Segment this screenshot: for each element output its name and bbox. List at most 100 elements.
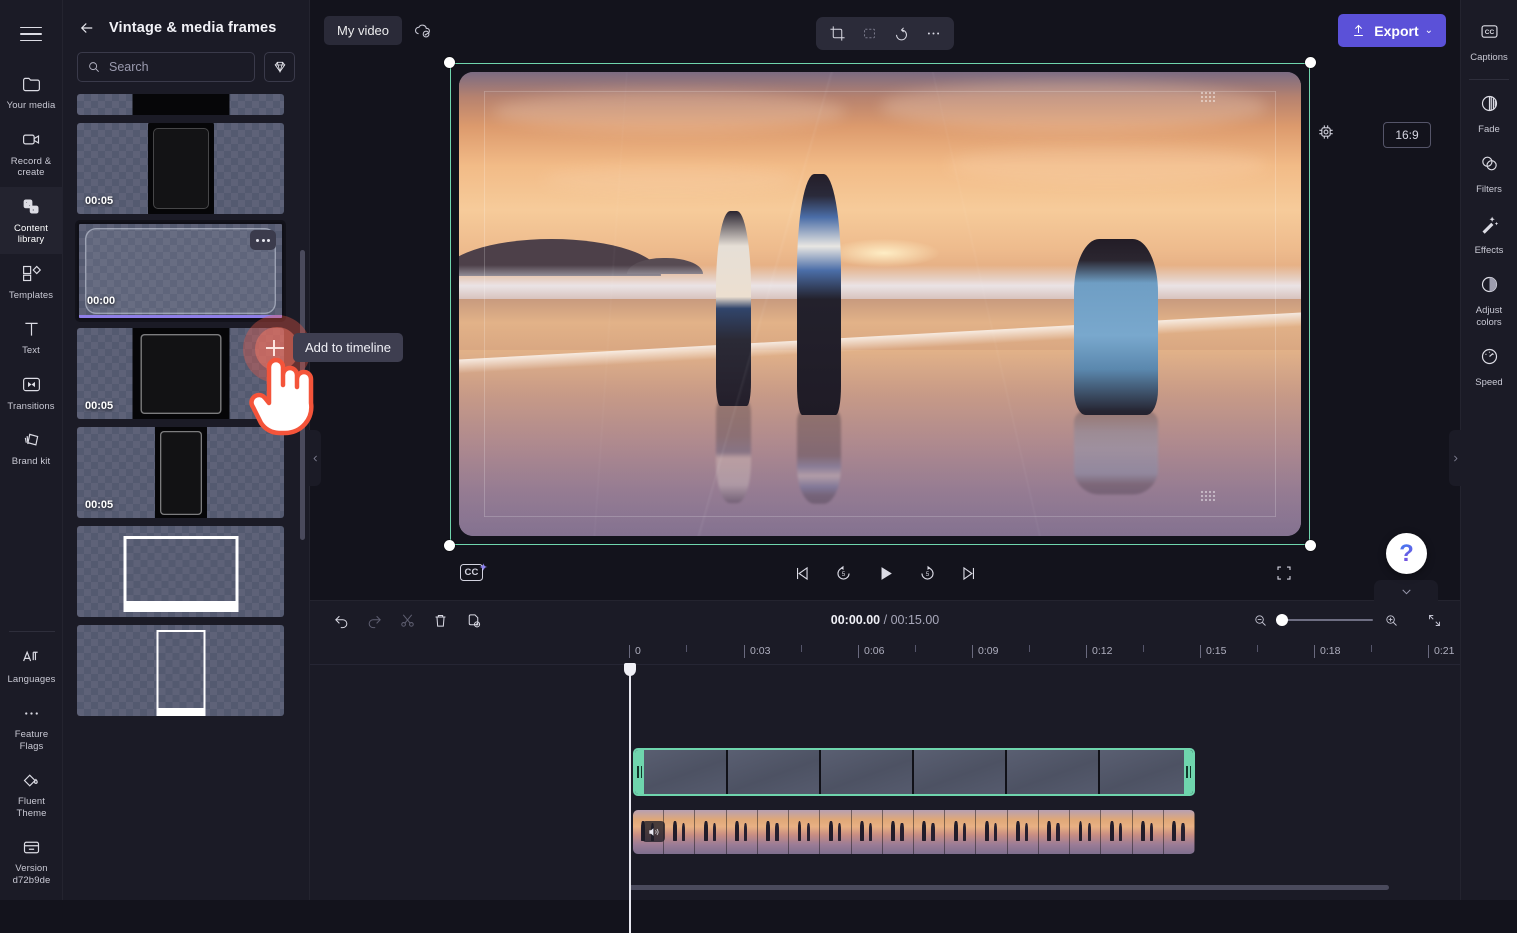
content-library-icon (20, 196, 42, 218)
table-row[interactable] (633, 748, 1195, 796)
right-sidebar: CC Captions Fade Filters Effects Adjust … (1460, 0, 1517, 900)
resize-handle-bottom-left[interactable] (444, 540, 455, 551)
premium-filter-button[interactable] (264, 52, 295, 82)
sidebar-item-feature-flags[interactable]: Feature Flags (0, 693, 63, 760)
sidebar-item-transitions[interactable]: Transitions (0, 365, 63, 421)
time-separator: / (884, 613, 887, 627)
undo-button[interactable] (327, 607, 355, 633)
rewind-5-button[interactable]: 5 (832, 562, 854, 584)
item-duration: 00:05 (85, 195, 113, 207)
sidebar-item-text[interactable]: Text (0, 309, 63, 365)
list-item[interactable] (77, 526, 284, 617)
tab-speed[interactable]: Speed (1461, 337, 1517, 398)
panel-scrollbar[interactable] (300, 250, 305, 540)
sidebar-item-languages[interactable]: Languages (0, 638, 63, 694)
sidebar-item-fluent-theme[interactable]: Fluent Theme (0, 760, 63, 827)
export-button[interactable]: Export ⌄ (1338, 14, 1446, 47)
ruler-label: 0:18 (1320, 645, 1340, 657)
hamburger-menu-icon[interactable] (11, 18, 51, 50)
list-item-selected[interactable]: 00:00 (77, 222, 284, 320)
zoom-out-button[interactable] (1251, 611, 1269, 629)
skip-to-end-button[interactable] (958, 562, 980, 584)
rewind-5-icon: 5 (834, 564, 853, 583)
list-item[interactable] (77, 94, 284, 115)
fullscreen-icon (1275, 564, 1293, 582)
forward-5-button[interactable]: 5 (916, 562, 938, 584)
video-preview-container[interactable] (450, 63, 1310, 545)
list-item[interactable]: 00:05 (77, 123, 284, 214)
list-item[interactable] (77, 625, 284, 716)
resize-handle-bottom-right[interactable] (1305, 540, 1316, 551)
zoom-slider[interactable] (1278, 619, 1373, 621)
playhead[interactable] (629, 665, 631, 933)
collapse-timeline-button[interactable] (1374, 580, 1438, 602)
fit-timeline-button[interactable] (1425, 611, 1443, 629)
sidebar-item-brand-kit[interactable]: Brand kit (0, 420, 63, 476)
tab-filters[interactable]: Filters (1461, 144, 1517, 205)
clip-thumbnails (635, 750, 1193, 794)
search-icon (87, 60, 101, 74)
fullscreen-button[interactable] (1275, 564, 1297, 586)
clipchamp-editor: Your media Record & create Content libra… (0, 0, 1517, 900)
tab-effects[interactable]: Effects (1461, 205, 1517, 266)
frame-shape-square (132, 328, 229, 419)
crop-icon (829, 25, 846, 42)
skip-to-start-button[interactable] (790, 562, 812, 584)
speaker-icon[interactable] (642, 821, 665, 842)
table-row[interactable] (633, 810, 1195, 854)
list-item[interactable]: 00:05 (77, 427, 284, 518)
list-item[interactable]: 00:05 (77, 328, 284, 419)
clip-trim-handle-left[interactable] (635, 750, 644, 794)
fit-button[interactable] (855, 21, 883, 46)
video-title-field[interactable]: My video (324, 16, 402, 45)
collapse-right-panel-button[interactable] (1449, 430, 1461, 486)
sparkle-icon: ✦ (479, 563, 488, 574)
resize-handle-top-right[interactable] (1305, 57, 1316, 68)
more-button[interactable] (919, 21, 947, 46)
page-title: Vintage & media frames (109, 20, 276, 36)
duplicate-button[interactable] (459, 607, 487, 633)
timeline-horizontal-scrollbar[interactable] (629, 885, 1389, 890)
scissors-icon (399, 612, 416, 629)
skip-previous-icon (792, 564, 811, 583)
video-camera-icon (20, 129, 42, 151)
sidebar-item-version[interactable]: Version d72b9de (0, 827, 63, 894)
tab-fade[interactable]: Fade (1461, 84, 1517, 145)
sidebar-item-content-library[interactable]: Content library (0, 187, 63, 254)
timeline-ruler[interactable]: 0 0:03 0:06 0:09 0:12 0:15 0:18 0:21 0:2… (310, 639, 1460, 665)
tab-captions[interactable]: CC Captions (1461, 12, 1517, 73)
ruler-label: 0:03 (750, 645, 770, 657)
captions-toggle-button[interactable]: CC ✦ (460, 564, 490, 588)
split-button[interactable] (393, 607, 421, 633)
delete-button[interactable] (426, 607, 454, 633)
crop-button[interactable] (823, 21, 851, 46)
play-button[interactable] (874, 562, 896, 584)
search-input[interactable] (109, 60, 245, 74)
clip-trim-handle-right[interactable] (1184, 750, 1193, 794)
search-input-wrapper[interactable] (77, 52, 255, 82)
library-scroll-area[interactable]: 00:05 00:00 00:05 00:05 (63, 94, 309, 900)
sidebar-item-your-media[interactable]: Your media (0, 64, 63, 120)
back-arrow-icon[interactable] (75, 16, 99, 40)
help-button[interactable]: ? (1386, 533, 1427, 574)
collapse-panel-button[interactable] (309, 430, 321, 486)
tab-adjust-colors[interactable]: Adjust colors (1461, 265, 1517, 337)
svg-text:5: 5 (925, 571, 929, 577)
selection-outline (450, 63, 1310, 545)
rotate-icon (893, 25, 910, 42)
zoom-in-button[interactable] (1382, 611, 1400, 629)
zoom-in-icon (1384, 613, 1399, 628)
rotate-button[interactable] (887, 21, 915, 46)
editor-main: My video Export (310, 0, 1460, 900)
sidebar-item-record-create[interactable]: Record & create (0, 120, 63, 187)
adjust-colors-icon (1479, 274, 1500, 300)
more-options-icon[interactable] (250, 230, 276, 250)
folder-icon (20, 73, 42, 95)
resize-handle-top-left[interactable] (444, 57, 455, 68)
aspect-ratio-badge[interactable]: 16:9 (1383, 122, 1431, 148)
timeline-tracks[interactable] (310, 665, 1460, 890)
redo-button[interactable] (360, 607, 388, 633)
settings-chip-icon[interactable] (1316, 122, 1336, 142)
zoom-slider-knob[interactable] (1276, 614, 1288, 626)
sidebar-item-templates[interactable]: Templates (0, 254, 63, 310)
